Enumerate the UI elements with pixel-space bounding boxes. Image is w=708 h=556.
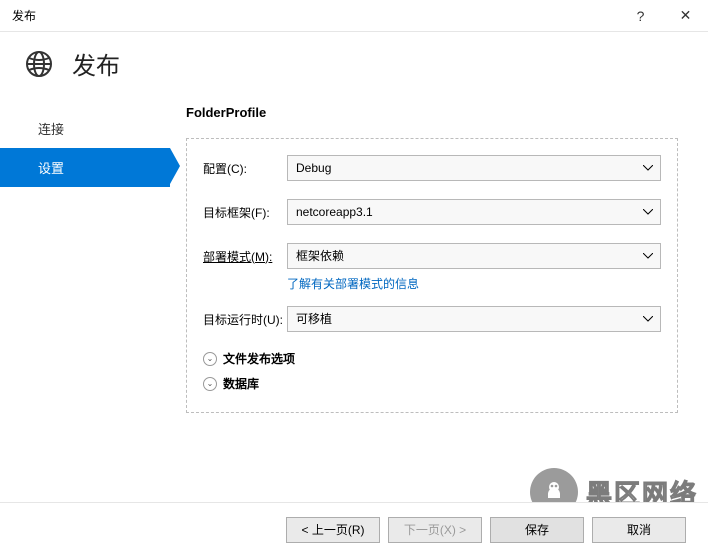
titlebar-controls: ? ✕	[618, 0, 708, 32]
select-deploy-mode[interactable]: 框架依赖	[287, 243, 661, 269]
globe-icon	[24, 49, 54, 79]
deploy-mode-link-row: 了解有关部署模式的信息	[287, 275, 661, 292]
expander-file-publish-label: 文件发布选项	[223, 350, 295, 367]
profile-title: FolderProfile	[186, 105, 678, 120]
row-framework: 目标框架(F): netcoreapp3.1	[203, 199, 661, 225]
cancel-button[interactable]: 取消	[592, 517, 686, 543]
row-deploy-mode: 部署模式(M): 框架依赖	[203, 243, 661, 269]
learn-deploy-mode-link[interactable]: 了解有关部署模式的信息	[287, 277, 419, 291]
select-framework[interactable]: netcoreapp3.1	[287, 199, 661, 225]
expander-file-publish[interactable]: ⌄ 文件发布选项	[203, 350, 661, 367]
titlebar: 发布 ? ✕	[0, 0, 708, 32]
row-configuration: 配置(C): Debug	[203, 155, 661, 181]
next-button: 下一页(X) >	[388, 517, 482, 543]
select-runtime[interactable]: 可移植	[287, 306, 661, 332]
header: 发布	[0, 32, 708, 101]
label-framework: 目标框架(F):	[203, 204, 287, 221]
label-runtime: 目标运行时(U):	[203, 311, 287, 328]
settings-form: 配置(C): Debug 目标框架(F): netcoreapp3.1 部署模式…	[186, 138, 678, 413]
chevron-down-icon: ⌄	[203, 377, 217, 391]
save-button[interactable]: 保存	[490, 517, 584, 543]
select-configuration[interactable]: Debug	[287, 155, 661, 181]
close-button[interactable]: ✕	[663, 0, 708, 32]
page-title: 发布	[72, 46, 120, 81]
main-panel: FolderProfile 配置(C): Debug 目标框架(F): netc…	[170, 101, 708, 501]
help-button[interactable]: ?	[618, 0, 663, 32]
footer: < 上一页(R) 下一页(X) > 保存 取消	[0, 502, 708, 556]
prev-button[interactable]: < 上一页(R)	[286, 517, 380, 543]
expander-database-label: 数据库	[223, 375, 259, 392]
window-title: 发布	[12, 7, 36, 24]
expander-database[interactable]: ⌄ 数据库	[203, 375, 661, 392]
label-deploy-mode: 部署模式(M):	[203, 248, 287, 265]
sidebar-item-connection[interactable]: 连接	[0, 109, 170, 148]
chevron-down-icon: ⌄	[203, 352, 217, 366]
sidebar: 连接 设置	[0, 101, 170, 501]
label-configuration: 配置(C):	[203, 160, 287, 177]
row-runtime: 目标运行时(U): 可移植	[203, 306, 661, 332]
sidebar-item-settings[interactable]: 设置	[0, 148, 170, 187]
